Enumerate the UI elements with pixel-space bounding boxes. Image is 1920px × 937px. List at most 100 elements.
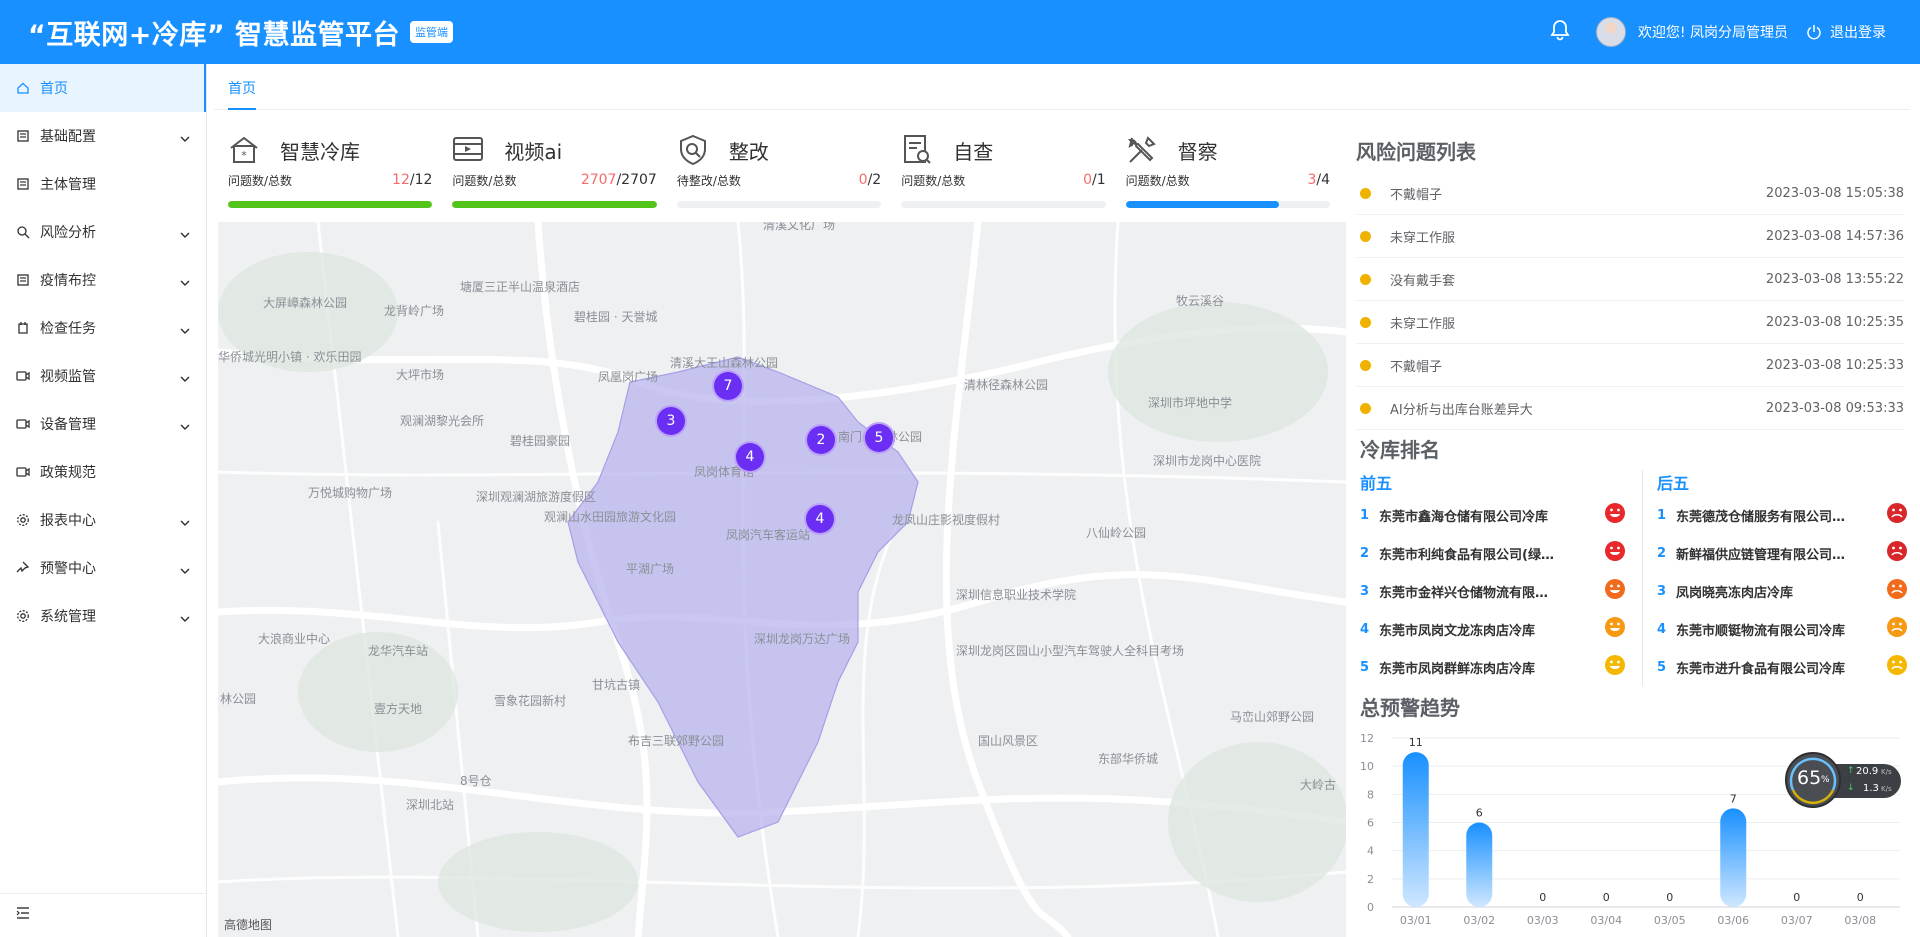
sidebar-item-6[interactable]: 视频监管 (0, 352, 206, 400)
rank-name: 东莞德茂仓储服务有限公司… (1676, 509, 1846, 525)
map-roads (218, 222, 1346, 937)
sad-face-icon (1886, 540, 1908, 566)
stat-subtitle: 待整改/总数 (676, 174, 741, 188)
risk-name: 没有戴手套 (1390, 273, 1456, 289)
stat-problem-count: 0 (1083, 172, 1092, 188)
sidebar-item-0[interactable]: 首页 (0, 64, 206, 112)
doc-icon (16, 273, 30, 287)
chevron-down-icon (180, 275, 190, 291)
stat-total-count: /12 (409, 172, 433, 188)
map-cluster-marker[interactable]: 4 (734, 441, 766, 473)
stat-card[interactable]: * 智慧冷库 问题数/总数 12/12 (218, 122, 442, 222)
map-poi-label: 龙凤山庄影视度假村 (892, 513, 1001, 527)
ranking-item[interactable]: 2 新鲜福供应链管理有限公司… (1657, 534, 1908, 572)
bar-value-label: 0 (1666, 891, 1673, 904)
bell-icon[interactable] (1550, 19, 1570, 45)
sidebar-item-4[interactable]: 疫情布控 (0, 256, 206, 304)
ranking-item[interactable]: 3 凤岗晓亮冻肉店冷库 (1657, 572, 1908, 610)
progress-fill (228, 201, 433, 208)
stat-problem-count: 0 (858, 172, 868, 188)
ranking-item[interactable]: 4 东莞市顺铤物流有限公司冷库 (1657, 610, 1908, 648)
rank-index: 3 (1360, 583, 1370, 599)
network-speed-widget[interactable]: 65 % ↑ 20.9 K/s ↓ 1.3 K/s (1785, 752, 1903, 808)
sidebar-menu: 首页 基础配置 主体管理风险分析疫情布控 检查任务 视频监管 设备管理 政策规范报表中心预警… (0, 64, 206, 640)
risk-list-item[interactable]: 不戴帽子 2023-03-08 15:05:38 (1356, 172, 1904, 215)
x-tick-label: 03/01 (1400, 914, 1432, 927)
map-poi-label: 清溪大王山森林公园 (670, 356, 779, 370)
logout-button[interactable]: 退出登录 (1806, 22, 1886, 42)
risk-list-item[interactable]: 未穿工作服 2023-03-08 14:57:36 (1356, 215, 1904, 258)
y-tick-label: 6 (1367, 817, 1374, 830)
tab-home[interactable]: 首页 (228, 78, 256, 110)
map-view[interactable]: 清溪文化广场 塘厦三正半山温泉酒店 大屏嶂森林公园 龙背岭广场 碧桂园 · 天誉城 凤凰岗… (218, 222, 1346, 937)
sidebar-item-label: 报表中心 (40, 513, 96, 529)
sidebar-item-3[interactable]: 风险分析 (0, 208, 206, 256)
risk-time: 2023-03-08 13:55:22 (1765, 271, 1904, 287)
risk-list-item[interactable]: 未穿工作服 2023-03-08 10:25:35 (1356, 301, 1904, 344)
sidebar-item-9[interactable]: 报表中心 (0, 496, 206, 544)
status-dot (1360, 230, 1371, 242)
sidebar-item-8[interactable]: 政策规范 (0, 448, 206, 496)
y-tick-label: 4 (1367, 845, 1374, 858)
smile-face-icon (1604, 578, 1626, 604)
stat-subtitle: 问题数/总数 (228, 174, 293, 188)
avatar[interactable] (1595, 17, 1626, 47)
chevron-down-icon (180, 227, 190, 243)
map-poi-label: 8号仓 (460, 774, 492, 788)
config-icon (16, 129, 30, 143)
ranking-top-label: 前五 (1360, 474, 1393, 493)
ranking-item[interactable]: 4 东莞市凤岗文龙冻肉店冷库 (1360, 610, 1626, 648)
map-cluster-marker[interactable]: 3 (655, 405, 687, 437)
sidebar-item-label: 风险分析 (40, 225, 96, 241)
chevron-down-icon (180, 419, 190, 435)
map-cluster-marker[interactable]: 7 (712, 370, 744, 402)
trend-bar[interactable] (1402, 752, 1429, 907)
map-poi-label: 凤岗汽车客运站 (726, 528, 811, 542)
sidebar-item-11[interactable]: 系统管理 (0, 592, 206, 640)
map-poi-label: 甘坑古镇 (592, 678, 641, 692)
risk-list-item[interactable]: AI分析与出库台账差异大 2023-03-08 09:53:33 (1356, 387, 1904, 430)
risk-list-item[interactable]: 没有戴手套 2023-03-08 13:55:22 (1356, 258, 1904, 301)
x-tick-label: 03/05 (1654, 914, 1686, 927)
bar-value-label: 0 (1539, 891, 1546, 904)
map-cluster-marker[interactable]: 2 (805, 424, 837, 456)
stat-card[interactable]: 视频ai 问题数/总数 2707/2707 (442, 122, 666, 222)
ranking-item[interactable]: 5 东莞市凤岗群鲜冻肉店冷库 (1360, 648, 1626, 686)
sidebar-item-1[interactable]: 基础配置 (0, 112, 206, 160)
collapse-menu-icon[interactable] (16, 907, 30, 923)
stat-subtitle: 问题数/总数 (1125, 174, 1190, 188)
progress-bar (676, 201, 882, 208)
map-poi-label: 东部华侨城 (1098, 752, 1159, 766)
progress-bar (452, 201, 657, 208)
sidebar-item-10[interactable]: 预警中心 (0, 544, 206, 592)
stat-title: 智慧冷库 (280, 139, 360, 164)
amap-logo: 高德地图 (224, 918, 273, 932)
chevron-down-icon (180, 323, 190, 339)
ranking-item[interactable]: 1 东莞市鑫海仓储有限公司冷库 (1360, 496, 1626, 534)
map-poi-label: 壹方天地 (374, 702, 423, 716)
sidebar-item-2[interactable]: 主体管理 (0, 160, 206, 208)
rank-index: 2 (1657, 545, 1667, 561)
map-cluster-marker[interactable]: 4 (804, 503, 836, 535)
ranking-item[interactable]: 2 东莞市利纯食品有限公司(绿… (1360, 534, 1626, 572)
ranking-item[interactable]: 1 东莞德茂仓储服务有限公司… (1657, 496, 1908, 534)
stat-card[interactable]: 督察 问题数/总数 3/4 (1116, 122, 1340, 222)
trend-bar[interactable] (1720, 808, 1747, 907)
download-unit: K/s (1881, 785, 1892, 793)
chevron-down-icon (180, 563, 190, 579)
risk-list-item[interactable]: 不戴帽子 2023-03-08 10:25:33 (1356, 344, 1904, 387)
sidebar-item-5[interactable]: 检查任务 (0, 304, 206, 352)
ranking-item[interactable]: 5 东莞市进升食品有限公司冷库 (1657, 648, 1908, 686)
map-poi-label: 龙背岭广场 (384, 304, 445, 318)
trend-bar[interactable] (1466, 822, 1493, 908)
bar-value-label: 0 (1857, 891, 1864, 904)
stat-card[interactable]: 整改 待整改/总数 0/2 (667, 122, 891, 222)
speed-percent-unit: % (1821, 775, 1830, 785)
ranking-item[interactable]: 3 东莞市金祥兴仓储物流有限… (1360, 572, 1626, 610)
progress-bar (901, 201, 1106, 208)
map-cluster-marker[interactable]: 5 (863, 422, 895, 454)
bar-value-label: 7 (1730, 792, 1737, 805)
stat-card[interactable]: 自查 问题数/总数 0/1 (891, 122, 1115, 222)
ranking-title: 冷库排名 (1360, 438, 1440, 462)
sidebar-item-7[interactable]: 设备管理 (0, 400, 206, 448)
